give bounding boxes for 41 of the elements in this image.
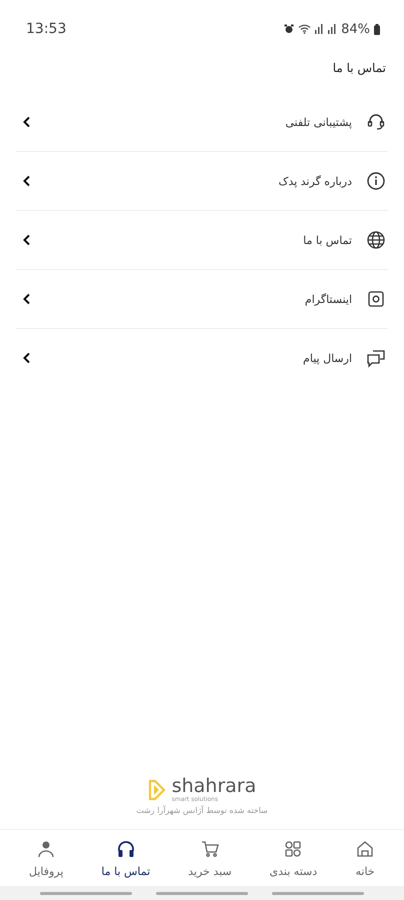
chevron-left-icon <box>22 234 32 246</box>
menu-label: ارسال پیام <box>302 352 352 364</box>
headset-icon <box>366 112 386 132</box>
headphones-icon <box>116 838 136 858</box>
home-icon <box>355 838 376 858</box>
signal-icon <box>328 24 338 34</box>
info-icon <box>366 171 386 191</box>
battery-icon <box>374 24 380 34</box>
nav-tab[interactable]: سبد خرید <box>188 838 232 878</box>
menu-label: درباره گرند پدک <box>277 174 352 188</box>
brand-name: shahrara <box>172 776 256 796</box>
page-title: تماس با ما <box>332 60 387 77</box>
cart-icon <box>200 838 220 858</box>
alarm-icon <box>284 24 294 34</box>
person-icon <box>36 838 56 858</box>
globe-icon <box>366 230 386 250</box>
menu-item[interactable]: پشتیبانی تلفنی <box>16 93 388 152</box>
chevron-left-icon <box>22 175 32 187</box>
instagram-icon <box>366 289 386 309</box>
logo-icon <box>148 778 168 800</box>
signal-icon <box>315 24 324 34</box>
battery-percent: 84% <box>341 22 370 36</box>
menu-label: تماس با ما <box>302 234 352 246</box>
menu-label: اینستاگرام <box>304 292 352 306</box>
menu-item[interactable]: درباره گرند پدک <box>16 152 388 211</box>
nav-tab[interactable]: دسته بندی <box>270 838 318 878</box>
wifi-icon <box>298 24 312 34</box>
chat-icon <box>366 348 386 368</box>
status-time: 13:53 <box>26 21 66 37</box>
menu-item[interactable]: تماس با ما <box>16 211 388 270</box>
nav-tab[interactable]: تماس با ما <box>101 838 150 878</box>
chevron-left-icon <box>22 293 32 305</box>
nav-tab[interactable]: خانه <box>355 838 376 878</box>
chevron-left-icon <box>22 352 32 364</box>
menu-label: پشتیبانی تلفنی <box>284 116 352 128</box>
credit-text: ساخته شده توسط آژانس شهرآرا رشت <box>136 806 268 815</box>
nav-tab[interactable]: پروفایل <box>29 838 64 878</box>
menu-item[interactable]: اینستاگرام <box>16 270 388 329</box>
chevron-left-icon <box>22 116 32 128</box>
grid-icon <box>283 838 304 858</box>
menu-item[interactable]: ارسال پیام <box>16 329 388 387</box>
